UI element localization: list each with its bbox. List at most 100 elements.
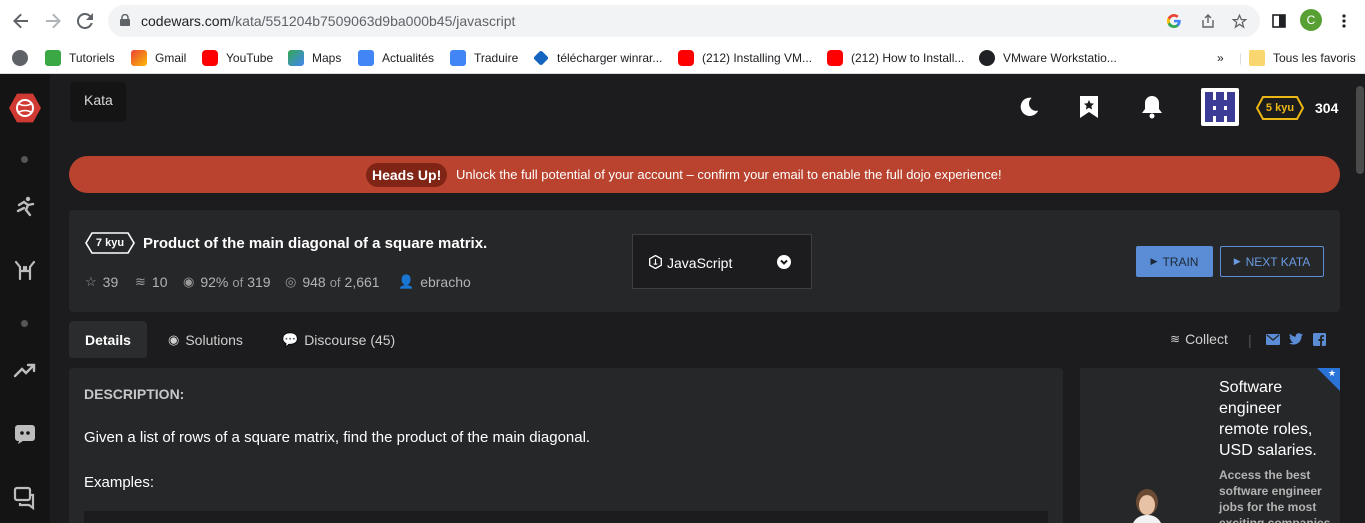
next-kata-button[interactable]: ▶ NEXT KATA	[1220, 246, 1324, 277]
chat-icon[interactable]	[12, 485, 38, 511]
bookmark-traduire[interactable]: Traduire	[450, 48, 518, 68]
play-icon: ▶	[1233, 256, 1241, 266]
tab-discourse[interactable]: 💬 Discourse (45)	[282, 321, 395, 358]
bookmark-icon[interactable]	[1077, 94, 1101, 120]
bookmark-how-to-install[interactable]: (212) How to Install...	[827, 48, 964, 68]
side-panel-icon[interactable]	[1267, 9, 1291, 33]
bookmark-winrar[interactable]: télécharger winrar...	[533, 48, 662, 68]
stack-icon: ≋	[1170, 332, 1181, 346]
tutoriels-favicon	[45, 50, 61, 66]
javascript-icon	[649, 255, 662, 269]
more-bookmarks-button[interactable]: »	[1217, 48, 1224, 68]
bookmark-label: VMware Workstatio...	[1003, 51, 1117, 65]
reload-icon[interactable]	[73, 9, 97, 33]
kata-header-card: 7 kyu Product of the main diagonal of a …	[69, 210, 1340, 312]
forward-arrow-icon[interactable]	[41, 9, 65, 33]
banner-text[interactable]: Unlock the full potential of your accoun…	[456, 167, 1002, 182]
kata-rank-badge: 7 kyu	[85, 232, 135, 254]
facebook-share-icon[interactable]	[1312, 332, 1326, 346]
all-favorites-label: Tous les favoris	[1273, 51, 1356, 65]
codewars-logo-icon[interactable]	[9, 93, 41, 123]
training-icon[interactable]	[12, 194, 38, 220]
back-arrow-icon[interactable]	[9, 9, 33, 33]
address-bar[interactable]: codewars.com/kata/551204b7509063d9ba000b…	[108, 5, 1260, 37]
bookmark-tutoriels[interactable]: Tutoriels	[45, 48, 115, 68]
train-label: TRAIN	[1162, 254, 1199, 269]
translate-favicon	[450, 50, 466, 66]
ad-body[interactable]: Access the best software engineer jobs f…	[1219, 467, 1337, 523]
bookmark-label: (212) How to Install...	[851, 51, 965, 65]
chevron-down-icon	[777, 255, 791, 269]
apps-icon[interactable]	[12, 48, 36, 68]
tab-details[interactable]: Details	[69, 321, 147, 358]
completed-count: 948	[302, 274, 326, 290]
scrollbar-thumb[interactable]	[1356, 86, 1364, 174]
google-icon[interactable]	[1164, 11, 1184, 31]
bookmark-vmware[interactable]: VMware Workstatio...	[979, 48, 1117, 68]
author-stat[interactable]: 👤 ebracho	[398, 274, 471, 290]
all-favorites[interactable]: Tous les favoris	[1249, 48, 1356, 68]
download-favicon	[533, 50, 549, 66]
train-button[interactable]: ▶ TRAIN	[1136, 246, 1213, 277]
completed-of: of	[329, 274, 341, 290]
nav-tab-kata[interactable]: Kata	[70, 82, 126, 122]
satisfaction-of: of	[232, 274, 244, 290]
description-panel: DESCRIPTION: Given a list of rows of a s…	[69, 368, 1063, 523]
notifications-bell-icon[interactable]	[1140, 94, 1164, 120]
github-favicon	[979, 50, 995, 66]
email-confirm-banner: Heads Up! Unlock the full potential of y…	[69, 156, 1340, 193]
lock-icon[interactable]	[120, 14, 130, 26]
url-text[interactable]: codewars.com/kata/551204b7509063d9ba000b…	[141, 13, 515, 29]
practice-icon[interactable]	[12, 257, 38, 283]
bookmark-maps[interactable]: Maps	[288, 48, 341, 68]
leaderboard-trend-icon[interactable]	[12, 357, 38, 383]
email-share-icon[interactable]	[1266, 332, 1280, 346]
ad-person-photo	[1123, 484, 1171, 523]
tab-solutions[interactable]: ◉ Solutions	[168, 321, 243, 358]
user-icon: 👤	[398, 274, 415, 289]
description-text: Given a list of rows of a square matrix,…	[84, 429, 591, 446]
collect-separator: |	[1248, 332, 1252, 348]
stars-stat[interactable]: ☆ 39	[85, 274, 118, 290]
target-icon: ◎	[285, 274, 297, 289]
description-heading: DESCRIPTION:	[84, 386, 185, 402]
twitter-share-icon[interactable]	[1289, 332, 1303, 346]
discord-icon[interactable]	[12, 421, 38, 447]
satisfaction-rate: 92%	[200, 274, 229, 290]
play-icon: ▶	[1150, 256, 1158, 266]
user-avatar[interactable]	[1201, 88, 1239, 126]
language-select[interactable]: JavaScript	[632, 234, 812, 289]
bookmark-label: Traduire	[474, 51, 519, 65]
share-icon[interactable]	[1198, 11, 1218, 31]
dark-mode-moon-icon[interactable]	[1017, 94, 1041, 120]
youtube-favicon	[202, 50, 218, 66]
collections-stat[interactable]: ≋ 10	[135, 274, 167, 290]
stack-icon: ≋	[135, 274, 146, 289]
folder-icon	[1249, 50, 1265, 66]
bookmark-star-icon[interactable]	[1229, 11, 1249, 31]
profile-avatar[interactable]: C	[1300, 9, 1322, 31]
more-menu-icon[interactable]	[1332, 9, 1356, 33]
collect-label: Collect	[1185, 331, 1228, 347]
codewars-app: Kata 5 kyu 304 Heads Up! Unlock the full…	[0, 74, 1365, 523]
completed-total: 2,661	[344, 274, 380, 290]
comments-icon: 💬	[282, 331, 299, 347]
completed-stat: ◎ 948 of 2,661	[285, 274, 380, 290]
bookmark-gmail[interactable]: Gmail	[131, 48, 186, 68]
user-rank-badge[interactable]: 5 kyu	[1255, 96, 1305, 120]
news-favicon	[358, 50, 374, 66]
ad-headline[interactable]: Software engineer remote roles, USD sala…	[1219, 377, 1329, 461]
collect-button[interactable]: ≋ Collect	[1170, 331, 1228, 347]
bookmarks-bar: Tutoriels Gmail YouTube Maps Actualités …	[0, 42, 1365, 74]
bookmark-label: Tutoriels	[69, 51, 115, 65]
satisfaction-stat: ◉ 92% of 319	[183, 274, 271, 290]
heads-up-badge: Heads Up!	[366, 163, 448, 187]
youtube-favicon	[827, 50, 843, 66]
solutions-icon: ◉	[168, 331, 180, 347]
code-example-block	[84, 511, 1048, 523]
sidebar-separator	[21, 320, 28, 327]
bookmark-installing-vm[interactable]: (212) Installing VM...	[678, 48, 812, 68]
bookmark-actualites[interactable]: Actualités	[358, 48, 434, 68]
bookmark-youtube[interactable]: YouTube	[202, 48, 273, 68]
honor-points: 304	[1315, 100, 1339, 116]
